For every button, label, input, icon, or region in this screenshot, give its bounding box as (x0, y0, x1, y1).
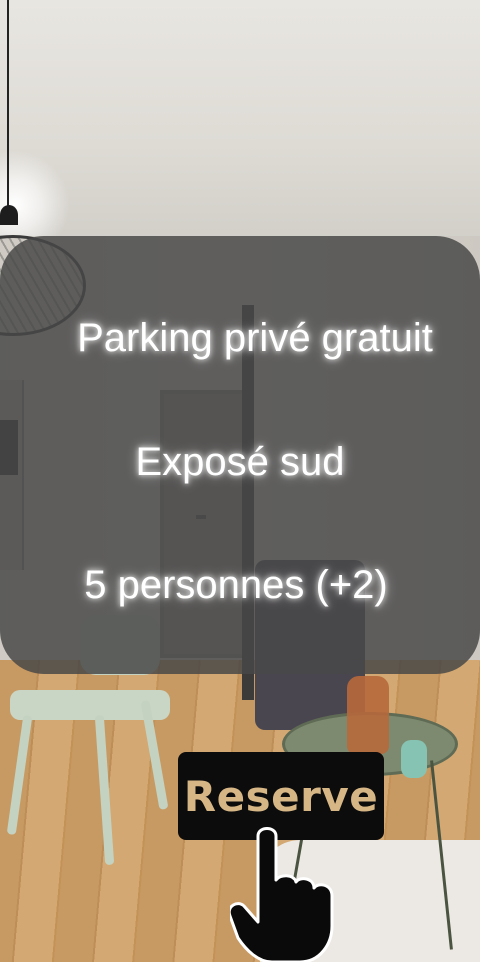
decor-vase (347, 676, 389, 754)
feature-capacity: 5 personnes (+2) (84, 563, 388, 607)
ceiling (0, 0, 480, 240)
lamp-cord (7, 0, 9, 215)
feature-exposure: Exposé sud (135, 440, 345, 484)
feature-parking: Parking privé gratuit (77, 316, 433, 360)
reserve-label: Reserve (183, 771, 379, 821)
pointing-hand-icon (230, 827, 334, 962)
lamp-cap (0, 205, 18, 225)
decor-bottle (401, 740, 427, 778)
